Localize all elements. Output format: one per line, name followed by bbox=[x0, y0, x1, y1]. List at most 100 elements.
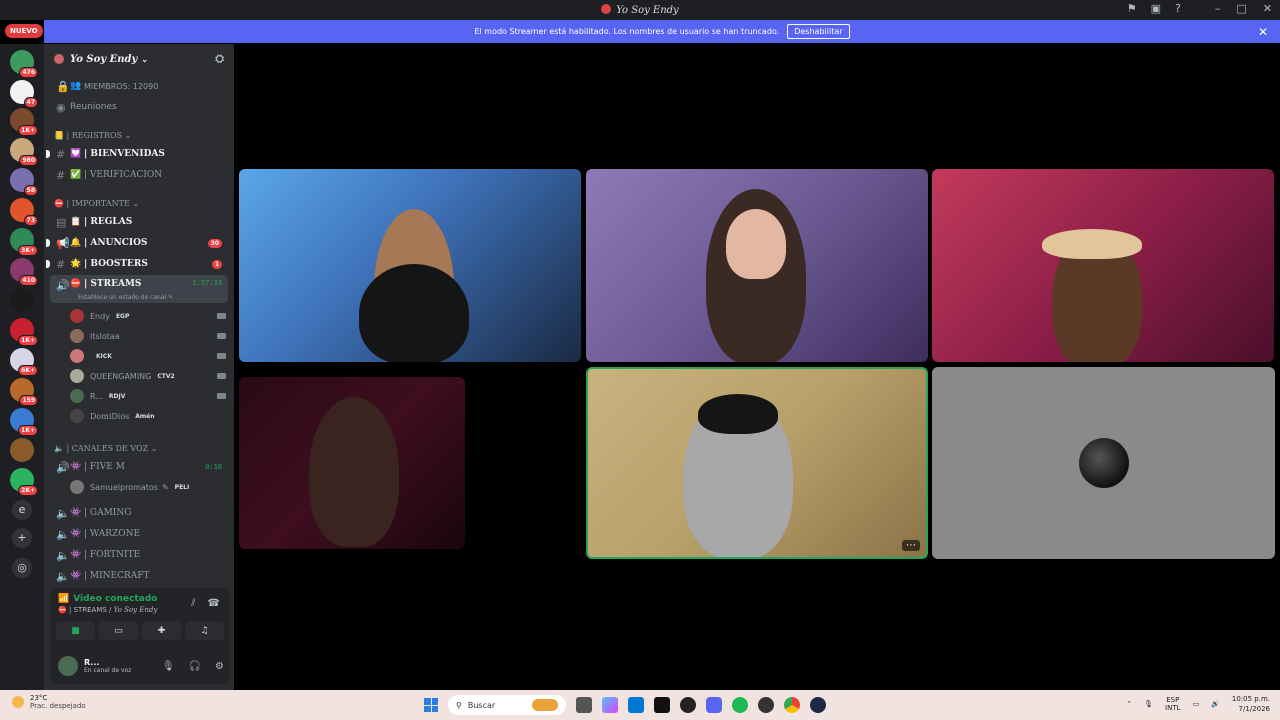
avatar[interactable] bbox=[58, 656, 78, 676]
server-icon[interactable]: 159 bbox=[10, 378, 38, 406]
server-icon[interactable]: 1K+ bbox=[10, 318, 38, 346]
members-channel[interactable]: 🔒 👥 MIEMBROS: 12090 bbox=[50, 76, 228, 96]
copilot-icon[interactable] bbox=[602, 697, 618, 713]
close-banner-icon[interactable]: ✕ bbox=[1258, 25, 1268, 39]
voice-status[interactable]: 📶 Video conectado bbox=[58, 594, 157, 604]
obs-icon[interactable] bbox=[758, 697, 774, 713]
maximize-icon[interactable]: □ bbox=[1236, 2, 1246, 15]
add-server-icon[interactable]: + bbox=[12, 528, 32, 548]
weather-widget[interactable]: 23°C Prac. despejado bbox=[12, 694, 86, 710]
new-badge[interactable]: NUEVO bbox=[5, 24, 43, 38]
channel-minecraft[interactable]: 🔈 👾 | MINECRAFT bbox=[50, 566, 228, 586]
lock-icon: 🔒 bbox=[56, 79, 70, 93]
server-icon[interactable]: 58 bbox=[10, 168, 38, 196]
store-icon[interactable] bbox=[628, 697, 644, 713]
video-tile[interactable] bbox=[932, 169, 1274, 362]
server-icon[interactable]: 476 bbox=[10, 50, 38, 78]
video-tile[interactable] bbox=[586, 169, 928, 362]
voice-user[interactable]: DomiDios Amén bbox=[70, 407, 226, 425]
spotify-icon[interactable] bbox=[732, 697, 748, 713]
disable-streamer-button[interactable]: Deshabilitar bbox=[787, 24, 850, 39]
server-icon[interactable]: 980 bbox=[10, 138, 38, 166]
channel-fortnite[interactable]: 🔈 👾 | FORTNITE bbox=[50, 545, 228, 565]
app-icon[interactable] bbox=[810, 697, 826, 713]
channel-status[interactable]: Establece un estado de canal ✎ bbox=[78, 294, 173, 301]
voice-user[interactable]: Samuelpromatos ✎ PELI bbox=[70, 478, 226, 496]
channel-streams[interactable]: 🔊 ⛔ | STREAMS 1:57:33 Establece un estad… bbox=[50, 275, 228, 303]
user-tag: Amén bbox=[135, 412, 155, 420]
channel-anuncios[interactable]: 📢 🔔 | ANUNCIOS 30 bbox=[46, 233, 228, 253]
soundboard-button[interactable]: ♫ bbox=[185, 622, 224, 640]
channel-reglas[interactable]: ▤ 📋 | REGLAS bbox=[50, 212, 228, 232]
volume-icon[interactable]: 🔊 bbox=[1211, 700, 1220, 708]
category-voz[interactable]: 🔈 | CANALES DE VOZ ⌄ bbox=[54, 444, 157, 453]
voice-user[interactable]: R... RDJV bbox=[70, 387, 226, 405]
chrome-icon[interactable] bbox=[784, 697, 800, 713]
channel-label: | BIENVENIDAS bbox=[84, 149, 165, 159]
server-icon[interactable] bbox=[10, 288, 34, 312]
video-tile[interactable] bbox=[239, 169, 581, 362]
server-header[interactable]: Yo Soy Endy ⌄ ⛭ bbox=[44, 44, 234, 74]
channel-gaming[interactable]: 🔈 👾 | GAMING bbox=[50, 503, 228, 523]
server-icon[interactable]: 1K+ bbox=[10, 108, 38, 136]
server-letter-icon[interactable]: e bbox=[12, 500, 32, 520]
discover-icon[interactable]: ◎ bbox=[12, 558, 32, 578]
server-icon[interactable]: 6K+ bbox=[10, 348, 38, 376]
windows-start-icon[interactable] bbox=[424, 698, 438, 712]
activities-button[interactable]: ✚ bbox=[142, 622, 181, 640]
disconnect-icon[interactable]: ☎ bbox=[208, 598, 220, 609]
channel-bienvenidas[interactable]: # 💟 | BIENVENIDAS bbox=[46, 144, 228, 164]
language-indicator[interactable]: ESP INTL bbox=[1165, 696, 1180, 712]
capcut-icon[interactable] bbox=[654, 697, 670, 713]
server-icon[interactable]: 47 bbox=[10, 80, 38, 108]
screen-share-button[interactable]: ▭ bbox=[99, 622, 138, 640]
video-tile[interactable] bbox=[239, 377, 465, 549]
microphone-icon[interactable]: 🎙 bbox=[162, 661, 175, 672]
headphones-icon[interactable]: 🎧 bbox=[189, 661, 201, 672]
app-icon[interactable] bbox=[680, 697, 696, 713]
channel-verificacion[interactable]: # ✅ | VERIFICACION bbox=[50, 165, 228, 185]
close-window-icon[interactable]: ✕ bbox=[1263, 2, 1272, 15]
voice-channel-info[interactable]: ⛔ | STREAMS / Yo Soy Endy bbox=[58, 606, 157, 614]
server-name: Yo Soy Endy bbox=[70, 53, 138, 65]
server-icon[interactable]: 1K+ bbox=[10, 408, 38, 436]
noise-suppression-icon[interactable]: ⫽ bbox=[191, 598, 195, 609]
microphone-tray-icon[interactable]: 🎙 bbox=[1144, 700, 1153, 708]
server-icon[interactable]: 410 bbox=[10, 258, 38, 286]
category-importante[interactable]: ⛔ | IMPORTANTE ⌄ bbox=[54, 199, 139, 208]
more-options-icon[interactable]: ⋯ bbox=[902, 540, 920, 551]
channel-boosters[interactable]: # 🌟 | BOOSTERS 1 bbox=[46, 254, 228, 274]
channel-warzone[interactable]: 🔈 👾 | WARZONE bbox=[50, 524, 228, 544]
user-info[interactable]: R... En canal de voz bbox=[84, 658, 131, 674]
meetings-channel[interactable]: ◉ Reuniones bbox=[50, 97, 228, 117]
invite-icon[interactable]: ⛭ bbox=[215, 52, 224, 66]
server-icon[interactable] bbox=[10, 438, 34, 462]
discord-icon[interactable] bbox=[706, 697, 722, 713]
inbox-icon[interactable]: ⚑ bbox=[1127, 2, 1137, 15]
voice-user[interactable]: Itslotaa bbox=[70, 327, 226, 345]
help-icon[interactable]: ? bbox=[1175, 2, 1181, 15]
minimize-icon[interactable]: – bbox=[1215, 2, 1221, 15]
server-icon[interactable]: 2K+ bbox=[10, 468, 38, 496]
screen-icon[interactable]: ▣ bbox=[1151, 2, 1161, 15]
settings-gear-icon[interactable]: ⚙ bbox=[215, 661, 224, 672]
user-tag: PELI bbox=[174, 483, 190, 491]
voice-user[interactable]: Endy EGP bbox=[70, 307, 226, 325]
voice-user[interactable]: QUEENGAMING CTV2 bbox=[70, 367, 226, 385]
channel-label: | VERIFICACION bbox=[84, 170, 163, 180]
channel-fivem[interactable]: 🔊 👾 | FIVE M 0:10 bbox=[50, 457, 228, 477]
category-registros[interactable]: 📒 | REGISTROS ⌄ bbox=[54, 131, 131, 140]
avatar bbox=[70, 369, 84, 383]
server-icon[interactable]: 73 bbox=[10, 198, 38, 226]
clock[interactable]: 10:05 p.m. 7/1/2026 bbox=[1232, 694, 1270, 714]
server-icon[interactable]: 3K+ bbox=[10, 228, 38, 256]
video-tile-avatar[interactable] bbox=[932, 367, 1275, 559]
video-tile-speaking[interactable]: ⋯ bbox=[586, 367, 928, 559]
task-view-icon[interactable] bbox=[576, 697, 592, 713]
taskbar-search[interactable]: ⚲ Buscar bbox=[448, 695, 566, 715]
voice-user[interactable]: KICK bbox=[70, 347, 226, 365]
network-icon[interactable]: ▭ bbox=[1193, 700, 1200, 708]
camera-button[interactable]: ■ bbox=[56, 622, 95, 640]
chevron-up-icon[interactable]: ⌃ bbox=[1126, 700, 1132, 708]
game-icon: 👾 bbox=[70, 529, 82, 539]
